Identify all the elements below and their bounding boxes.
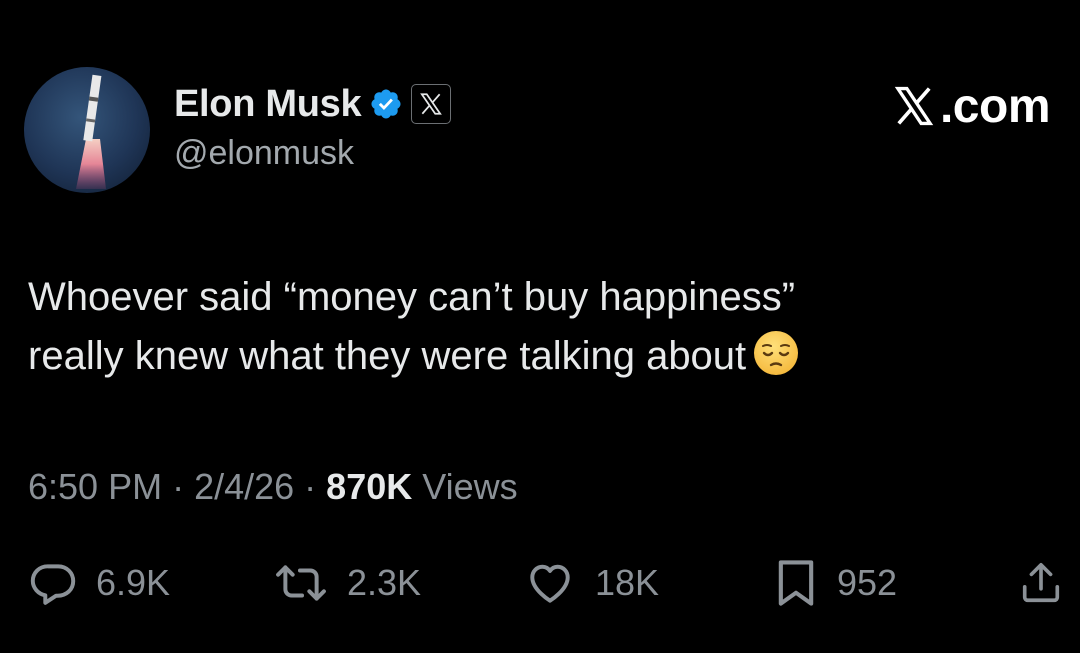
bookmark-icon [778, 560, 814, 606]
meta-separator: · [294, 466, 327, 507]
pensive-face-emoji-icon [754, 331, 799, 375]
reply-button[interactable]: 6.9K [28, 555, 170, 611]
avatar[interactable] [24, 67, 150, 193]
repost-count: 2.3K [347, 562, 422, 603]
author-name-row: Elon Musk [174, 80, 452, 128]
author-display-name[interactable]: Elon Musk [174, 83, 362, 126]
tweet-text-line-1: Whoever said “money can’t buy happiness” [28, 275, 796, 319]
author-handle[interactable]: @elonmusk [174, 134, 354, 173]
affiliation-badge[interactable] [411, 84, 452, 124]
brand-domain-text: .com [939, 79, 1051, 133]
verified-badge-icon[interactable] [369, 87, 403, 121]
views-count: 870K [326, 466, 413, 507]
bookmark-count: 952 [837, 562, 898, 603]
action-bar: 6.9K 2.3K 18K 952 [28, 555, 1068, 611]
like-count: 18K [595, 562, 660, 603]
x-logo-icon [894, 86, 934, 126]
rocket-avatar-image [76, 74, 106, 189]
like-button[interactable]: 18K [523, 555, 659, 611]
tweet-text-line-2-content: really knew what they were talking about [28, 334, 747, 378]
tweet-meta: 6:50 PM · 2/4/26 · 870K Views [28, 466, 518, 508]
reply-count: 6.9K [96, 562, 171, 603]
meta-separator: · [162, 466, 195, 507]
x-logo-icon [420, 93, 443, 115]
repost-button[interactable]: 2.3K [273, 555, 421, 611]
tweet-text-line-2: really knew what they were talking about [28, 327, 1028, 386]
heart-icon [530, 564, 570, 603]
repost-icon [276, 565, 326, 601]
tweet-date[interactable]: 2/4/26 [194, 466, 294, 507]
tweet-time[interactable]: 6:50 PM [28, 466, 162, 507]
views-label: Views [412, 466, 518, 507]
reply-icon [30, 564, 76, 605]
brand-watermark: .com [892, 78, 1051, 134]
bookmark-button[interactable]: 952 [773, 555, 897, 611]
tweet-text: Whoever said “money can’t buy happiness”… [28, 268, 1028, 386]
share-button[interactable] [1018, 555, 1064, 611]
share-icon [1022, 562, 1060, 603]
